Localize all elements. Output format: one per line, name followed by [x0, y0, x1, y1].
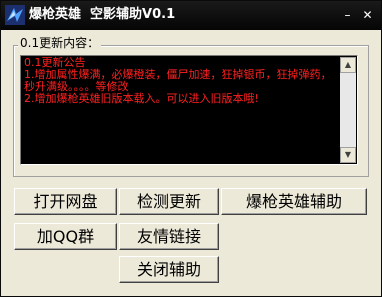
- check-update-button[interactable]: 检测更新: [119, 188, 219, 215]
- open-netdisk-button[interactable]: 打开网盘: [14, 188, 117, 215]
- app-window: 爆枪英雄 空影辅助V0.1 – ✕ 0.1更新内容： 0.1更新公告 1.增加属…: [0, 0, 382, 297]
- friend-links-button[interactable]: 友情链接: [119, 223, 219, 250]
- close-button[interactable]: ✕: [359, 7, 376, 23]
- log-line: 1.增加属性爆满，必爆橙装，僵尸加速，狂掉银币，狂掉弹药，秒升满级。。。。等修改: [24, 68, 332, 93]
- join-qq-group-button[interactable]: 加QQ群: [14, 223, 117, 250]
- title-bar[interactable]: 爆枪英雄 空影辅助V0.1 – ✕: [1, 1, 381, 30]
- app-logo-icon: [5, 5, 25, 25]
- minimize-button[interactable]: –: [339, 7, 356, 23]
- window-title: 爆枪英雄 空影辅助V0.1: [29, 7, 176, 22]
- log-line: 2.增加爆枪英雄旧版本载入。可以进入旧版本哦!: [24, 92, 259, 105]
- scroll-down-arrow-icon[interactable]: ▼: [340, 147, 356, 163]
- update-group-label: 0.1更新内容：: [18, 35, 102, 51]
- update-log-textbox[interactable]: 0.1更新公告 1.增加属性爆满，必爆橙装，僵尸加速，狂掉银币，狂掉弹药，秒升满…: [20, 55, 358, 165]
- vertical-scrollbar[interactable]: ▲ ▼: [340, 57, 356, 163]
- scroll-up-arrow-icon[interactable]: ▲: [340, 57, 356, 73]
- game-assist-button[interactable]: 爆枪英雄辅助: [221, 188, 367, 215]
- close-assist-button[interactable]: 关闭辅助: [119, 256, 219, 283]
